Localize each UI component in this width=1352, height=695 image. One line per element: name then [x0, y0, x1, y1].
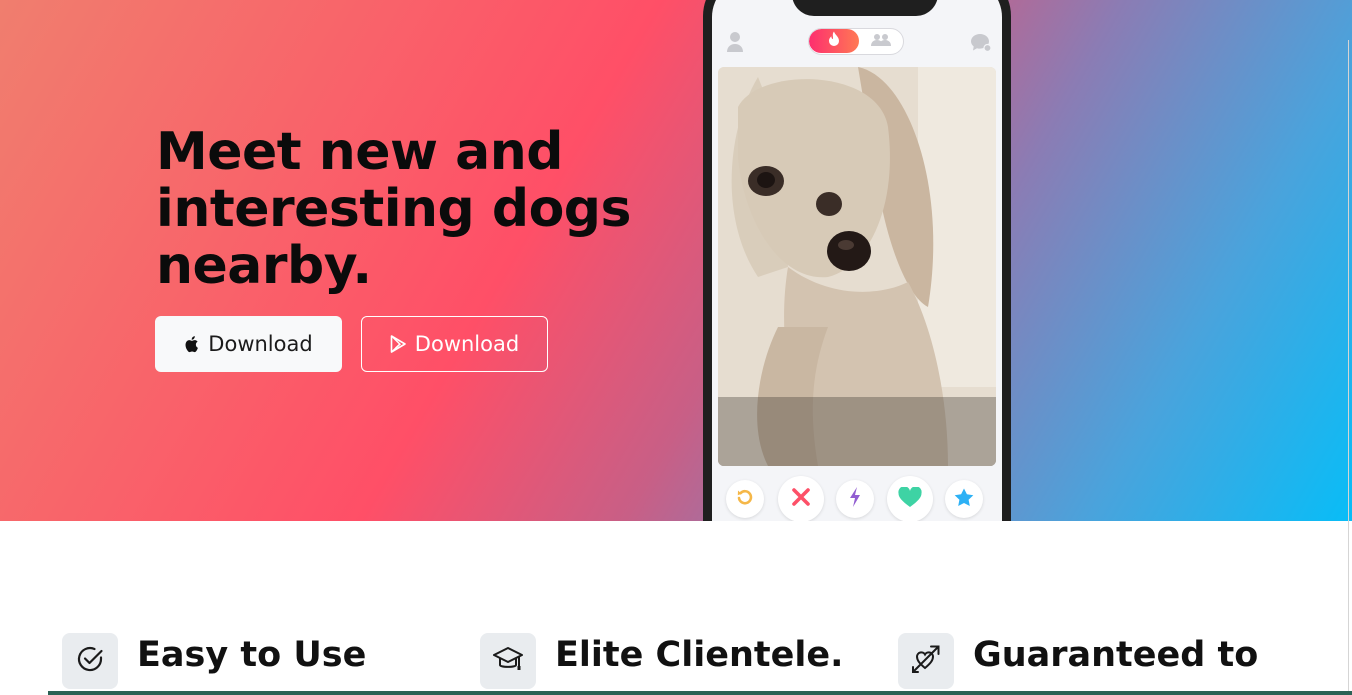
play-store-download-button[interactable]: Download — [361, 316, 548, 372]
bottom-divider — [48, 691, 1352, 695]
hero-section: Meet new and interesting dogs nearby. Do… — [0, 0, 1352, 521]
profile-icon — [726, 31, 744, 57]
graduation-cap-icon — [492, 644, 524, 678]
phone-screen — [712, 0, 1002, 521]
feature-title: Elite Clientele. — [555, 635, 844, 675]
feature-icon-box — [480, 633, 536, 689]
feature-icon-box — [898, 633, 954, 689]
play-store-icon — [390, 335, 407, 353]
scrollbar-track[interactable] — [1348, 40, 1349, 695]
nope-icon — [791, 487, 811, 511]
super-like-button[interactable] — [945, 480, 983, 518]
discovery-mode-toggle[interactable] — [808, 28, 904, 55]
group-icon — [871, 32, 891, 51]
dog-illustration — [718, 67, 996, 466]
hero-headline: Meet new and interesting dogs nearby. — [156, 122, 631, 296]
like-icon — [898, 485, 922, 512]
feature-icon-box — [62, 633, 118, 689]
apple-download-label: Download — [208, 332, 313, 356]
play-download-label: Download — [414, 332, 520, 356]
apple-icon — [184, 335, 200, 353]
flame-toggle-option[interactable] — [809, 29, 859, 53]
boost-icon — [849, 487, 861, 511]
nope-button[interactable] — [778, 476, 824, 521]
apple-download-button[interactable]: Download — [155, 316, 342, 372]
phone-notch — [792, 0, 938, 16]
feature-title: Easy to Use — [137, 635, 367, 675]
feature-guaranteed: Guaranteed to — [898, 633, 1258, 689]
super-like-icon — [954, 488, 974, 511]
boost-button[interactable] — [836, 480, 874, 518]
swipe-action-bar — [712, 476, 1002, 521]
feature-elite-clientele: Elite Clientele. — [480, 633, 843, 689]
chat-icon[interactable] — [970, 33, 992, 57]
dog-profile-photo[interactable] — [718, 67, 996, 466]
rewind-button[interactable] — [726, 480, 764, 518]
group-toggle-option[interactable] — [865, 32, 897, 50]
feature-title: Guaranteed to — [973, 635, 1259, 675]
phone-mockup — [703, 0, 1011, 521]
heart-arrow-icon — [910, 643, 942, 679]
check-circle-icon — [75, 644, 105, 678]
flame-icon — [828, 31, 840, 51]
like-button[interactable] — [887, 476, 933, 521]
rewind-icon — [735, 487, 755, 511]
feature-easy-to-use: Easy to Use — [62, 633, 366, 689]
